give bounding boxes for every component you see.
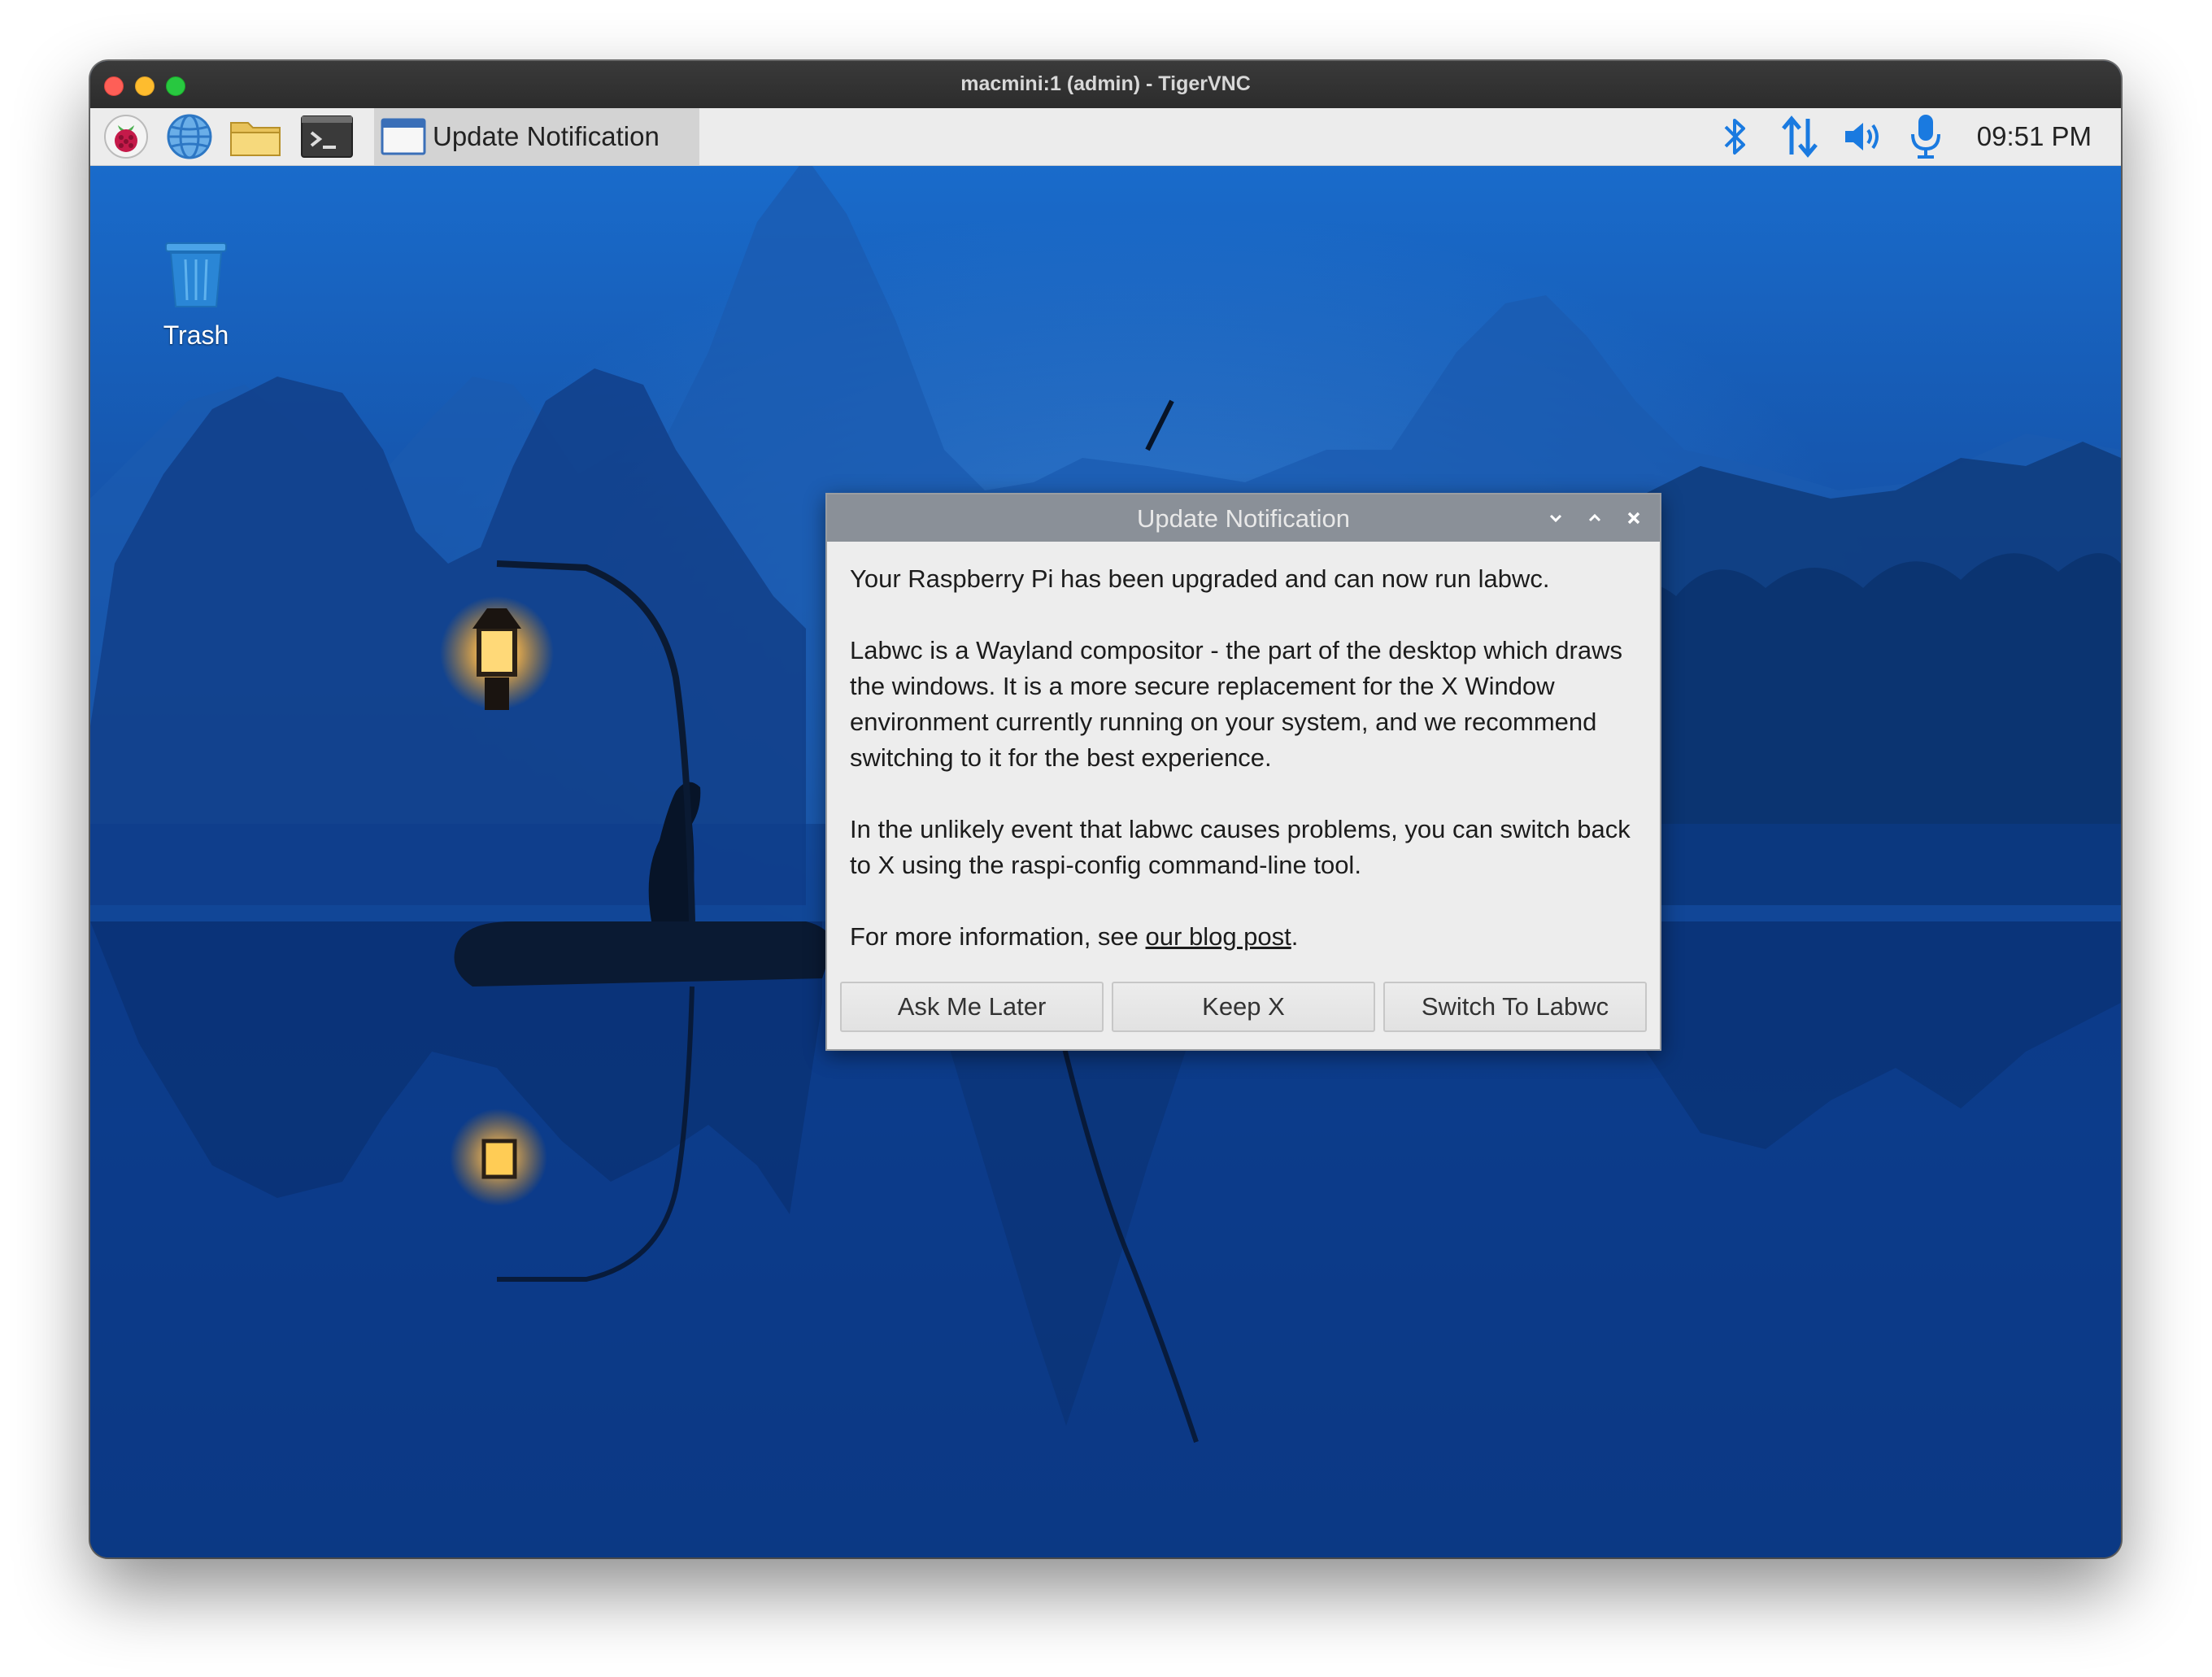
close-dialog-button[interactable] — [1622, 507, 1645, 529]
dialog-titlebar[interactable]: Update Notification — [827, 494, 1660, 542]
desktop-trash[interactable]: Trash — [147, 238, 245, 351]
message-paragraph-2: Labwc is a Wayland compositor - the part… — [850, 636, 1622, 772]
dialog-message: Your Raspberry Pi has been upgraded and … — [850, 561, 1637, 991]
trash-icon — [165, 242, 227, 307]
vnc-titlebar[interactable]: macmini:1 (admin) - TigerVNC — [90, 61, 2121, 109]
dialog-title: Update Notification — [1137, 504, 1350, 533]
keep-x-button[interactable]: Keep X — [1112, 982, 1375, 1032]
dialog-buttons: Ask Me Later Keep X Switch To Labwc — [840, 982, 1647, 1034]
file-manager-icon[interactable] — [227, 115, 284, 159]
message-paragraph-4: For more information, see our blog post. — [850, 919, 1637, 955]
web-browser-icon[interactable] — [163, 114, 216, 159]
info-suffix: . — [1291, 922, 1299, 951]
minimize-dialog-button[interactable] — [1544, 507, 1567, 529]
ask-me-later-button[interactable]: Ask Me Later — [840, 982, 1104, 1032]
message-paragraph-1: Your Raspberry Pi has been upgraded and … — [850, 564, 1550, 593]
bluetooth-icon[interactable] — [1717, 115, 1754, 159]
trash-label: Trash — [163, 320, 229, 350]
window-icon — [381, 118, 426, 155]
message-paragraph-3: In the unlikely event that labwc causes … — [850, 815, 1631, 879]
chevron-up-icon — [1588, 513, 1601, 522]
taskbar: Update Notification 09:51 PM — [90, 108, 2121, 166]
update-notification-dialog: Update Notification Your Raspberry Pi ha… — [825, 493, 1661, 1051]
microphone-icon[interactable] — [1905, 115, 1946, 159]
maximize-dialog-button[interactable] — [1583, 507, 1606, 529]
taskbar-task-update-notification[interactable]: Update Notification — [374, 108, 699, 165]
chevron-down-icon — [1549, 514, 1562, 523]
window-title: macmini:1 (admin) - TigerVNC — [960, 72, 1251, 95]
switch-to-labwc-button[interactable]: Switch To Labwc — [1383, 982, 1647, 1032]
network-icon[interactable] — [1775, 115, 1824, 159]
vnc-window: macmini:1 (admin) - TigerVNC Trash Updat… — [90, 61, 2121, 1557]
clock[interactable]: 09:51 PM — [1977, 121, 2092, 152]
terminal-icon[interactable] — [298, 115, 355, 159]
info-prefix: For more information, see — [850, 922, 1146, 951]
volume-icon[interactable] — [1839, 115, 1888, 159]
taskbar-task-label: Update Notification — [433, 121, 660, 151]
blog-post-link[interactable]: our blog post — [1146, 922, 1291, 951]
close-icon — [1627, 512, 1640, 525]
raspberry-pi-menu-icon[interactable] — [100, 115, 152, 159]
